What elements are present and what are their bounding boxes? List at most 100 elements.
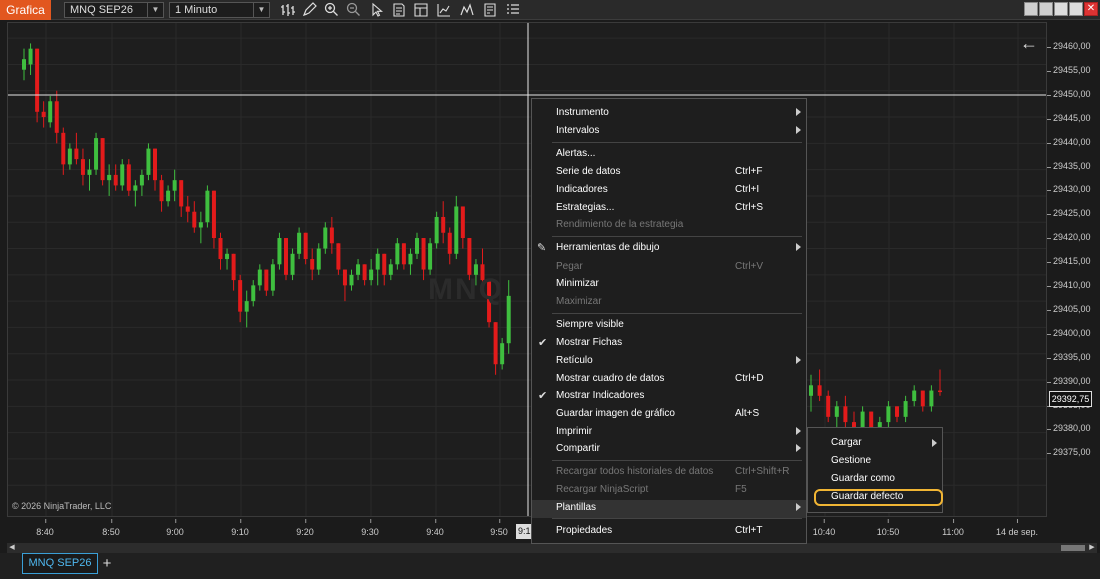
menu-item-mostrar-indicadores[interactable]: Mostrar Indicadores ✔	[532, 388, 806, 406]
instrument-selector[interactable]: MNQ SEP26 ▼	[64, 2, 164, 18]
menu-item-alertas[interactable]: Alertas...	[532, 146, 806, 164]
menu-item-label: Compartir	[556, 443, 600, 454]
price-tick-label: 29420,00	[1047, 232, 1091, 243]
candle-down	[920, 390, 925, 407]
tab-mnq-sep26[interactable]: MNQ SEP26	[22, 553, 98, 574]
minimize-button[interactable]	[1054, 2, 1068, 16]
zoom-out-icon[interactable]	[345, 2, 363, 18]
draw-pencil-icon[interactable]	[301, 2, 319, 18]
menu-item-siempre-visible[interactable]: Siempre visible	[532, 317, 806, 335]
price-tick-label: 29435,00	[1047, 160, 1091, 171]
price-tick-label: 29455,00	[1047, 64, 1091, 75]
scroll-right-icon[interactable]: ▶	[1087, 543, 1097, 553]
menu-item-label: Rendimiento de la estrategia	[556, 219, 684, 230]
scroll-left-icon[interactable]: ◀	[7, 543, 17, 553]
interval-selector[interactable]: 1 Minuto ▼	[169, 2, 270, 18]
instrument-watermark: MNQ	[428, 273, 504, 306]
menu-item-label: Imprimir	[556, 426, 593, 437]
candle-up	[120, 164, 125, 186]
last-price-label: 29392,75	[1049, 391, 1092, 407]
price-tick-label: 29460,00	[1047, 41, 1091, 51]
menu-item-estrategias[interactable]: Estrategias... Ctrl+S	[532, 200, 806, 218]
menu-item-minimizar[interactable]: Minimizar	[532, 276, 806, 294]
candle-down	[74, 148, 79, 160]
tab-bar: MNQ SEP26 +	[0, 553, 1100, 579]
chevron-down-icon: ▼	[253, 3, 269, 17]
candle-up	[903, 401, 908, 417]
list-icon[interactable]	[504, 2, 522, 18]
scroll-thumb[interactable]	[1061, 545, 1085, 551]
candle-up	[87, 169, 92, 175]
menu-item-guardar-imagen-de-gráfico[interactable]: Guardar imagen de gráfico Alt+S	[532, 406, 806, 424]
tile-button[interactable]	[1024, 2, 1038, 16]
menu-item-shortcut: Ctrl+S	[735, 202, 764, 213]
submenu-arrow-icon	[796, 126, 801, 134]
candle-down	[231, 253, 236, 281]
chart-trend-icon[interactable]	[458, 2, 476, 18]
pointer-icon[interactable]	[368, 2, 386, 18]
menu-item-instrumento[interactable]: Instrumento	[532, 105, 806, 123]
templates-icon[interactable]	[481, 2, 499, 18]
menu-item-indicadores[interactable]: Indicadores Ctrl+I	[532, 182, 806, 200]
menu-item-mostrar-fichas[interactable]: Mostrar Fichas ✔	[532, 335, 806, 353]
menu-item-label: Retículo	[556, 355, 593, 366]
submenu-arrow-icon	[796, 243, 801, 251]
candle-down	[185, 206, 190, 212]
zoom-in-icon[interactable]	[323, 2, 341, 18]
candle-up	[809, 385, 813, 396]
menu-item-retículo[interactable]: Retículo	[532, 353, 806, 371]
submenu-item-guardar-defecto[interactable]: Guardar defecto	[808, 489, 942, 507]
time-tick-label: 11:00	[942, 519, 964, 537]
menu-item-label: Minimizar	[556, 278, 599, 289]
copyright-text: © 2026 NinjaTrader, LLC	[12, 501, 112, 511]
submenu-item-cargar[interactable]: Cargar	[808, 435, 942, 453]
add-tab-button[interactable]: +	[98, 555, 116, 573]
menu-item-label: Indicadores	[556, 184, 608, 195]
menu-item-serie-de-datos[interactable]: Serie de datos Ctrl+F	[532, 164, 806, 182]
menu-item-propiedades[interactable]: Propiedades Ctrl+T	[532, 523, 806, 541]
candle-down	[61, 132, 66, 165]
price-tick-label: 29400,00	[1047, 327, 1091, 338]
menu-item-compartir[interactable]: Compartir	[532, 441, 806, 459]
candle-down	[938, 390, 942, 393]
submenu-item-guardar-como[interactable]: Guardar como	[808, 471, 942, 489]
candle-up	[912, 390, 917, 402]
candle-up	[297, 232, 302, 254]
menu-item-label: Pegar	[556, 261, 583, 272]
menu-item-mostrar-cuadro-de-datos[interactable]: Mostrar cuadro de datos Ctrl+D	[532, 371, 806, 389]
price-tick-label: 29395,00	[1047, 351, 1091, 362]
checkmark-icon: ✔	[538, 337, 548, 349]
menu-item-intervalos[interactable]: Intervalos	[532, 123, 806, 141]
pin-button[interactable]	[1039, 2, 1053, 16]
menu-item-herramientas-de-dibujo[interactable]: Herramientas de dibujo ✎	[532, 240, 806, 258]
price-tick-label: 29380,00	[1047, 423, 1091, 434]
menu-item-plantillas[interactable]: Plantillas	[532, 500, 806, 518]
menu-item-imprimir[interactable]: Imprimir	[532, 424, 806, 442]
data-box-icon[interactable]	[412, 2, 430, 18]
candle-up	[434, 216, 439, 244]
pencil-icon: ✎	[537, 242, 547, 254]
candle-down	[218, 238, 223, 260]
price-axis[interactable]: 29460,00 29455,00 29450,00 29445,00 29440,00…	[1047, 22, 1100, 517]
back-arrow-icon[interactable]: ←	[1020, 33, 1038, 54]
restore-button[interactable]	[1069, 2, 1083, 16]
close-button[interactable]: ✕	[1084, 2, 1098, 16]
submenu-arrow-icon	[932, 439, 937, 447]
horizontal-scrollbar[interactable]: ◀ ▶	[7, 543, 1097, 553]
candle-up	[67, 148, 72, 165]
bar-style-icon[interactable]	[279, 2, 297, 18]
menu-item-label: Recargar todos historiales de datos	[556, 466, 714, 477]
menu-item-shortcut: Ctrl+F	[735, 166, 763, 177]
menu-separator	[552, 460, 802, 461]
price-tick-label: 29390,00	[1047, 375, 1091, 386]
candle-down	[35, 48, 40, 112]
menu-item-label: Intervalos	[556, 125, 600, 136]
candle-down	[493, 322, 498, 365]
properties-icon[interactable]	[390, 2, 408, 18]
menu-item-shortcut: Ctrl+Shift+R	[735, 466, 790, 477]
time-tick-label: 9:40	[426, 519, 444, 537]
candle-up	[251, 285, 256, 302]
strategy-icon[interactable]	[435, 2, 453, 18]
submenu-item-gestione[interactable]: Gestione	[808, 453, 942, 471]
price-tick-label: 29375,00	[1047, 447, 1091, 458]
